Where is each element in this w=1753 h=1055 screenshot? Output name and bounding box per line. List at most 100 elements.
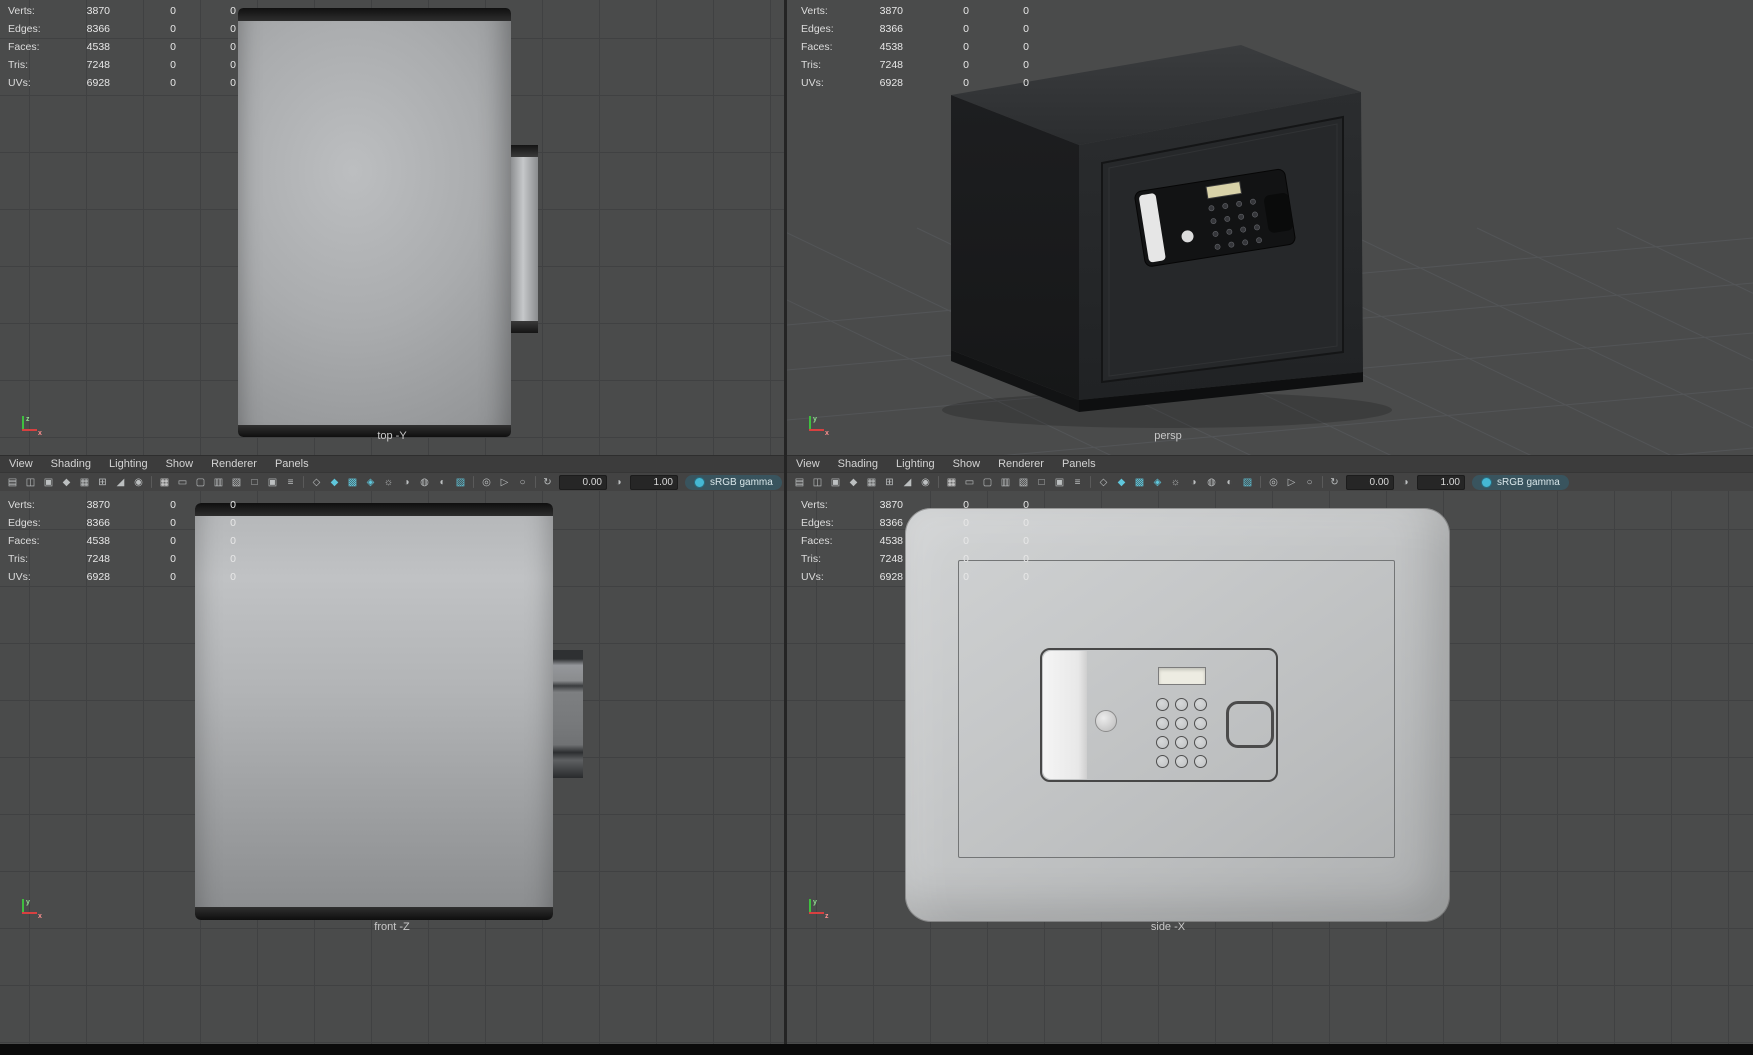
menu-renderer[interactable]: Renderer: [989, 458, 1053, 470]
hud-toggle-icon[interactable]: ≡: [282, 475, 299, 490]
menu-show[interactable]: Show: [944, 458, 990, 470]
gamma-icon[interactable]: ◑: [610, 475, 627, 490]
select-camera-icon[interactable]: ▤: [4, 475, 21, 490]
gamma-field[interactable]: 1.00: [630, 474, 678, 490]
exposure-field[interactable]: 0.00: [1346, 474, 1394, 490]
textured-icon[interactable]: ▩: [1131, 475, 1148, 490]
menu-shading[interactable]: Shading: [42, 458, 100, 470]
axis-gizmo: z x: [14, 407, 44, 437]
x-ray-joints-icon[interactable]: ○: [1301, 475, 1318, 490]
camera-attributes-icon[interactable]: ▣: [40, 475, 57, 490]
ambient-occlusion-icon[interactable]: ◍: [1203, 475, 1220, 490]
field-chart-icon[interactable]: ▧: [1015, 475, 1032, 490]
panel-menus-front: View Shading Lighting Show Renderer Panels: [0, 456, 784, 472]
safe-title-icon[interactable]: ▣: [1051, 475, 1068, 490]
toolbar-separator[interactable]: [473, 476, 474, 488]
camera-attributes-icon[interactable]: ▣: [827, 475, 844, 490]
menu-renderer[interactable]: Renderer: [202, 458, 266, 470]
menu-panels[interactable]: Panels: [1053, 458, 1105, 470]
lock-camera-icon[interactable]: ◫: [809, 475, 826, 490]
menu-panels[interactable]: Panels: [266, 458, 318, 470]
gate-mask-icon[interactable]: ▥: [997, 475, 1014, 490]
multisample-icon[interactable]: ▨: [1239, 475, 1256, 490]
menu-view[interactable]: View: [787, 458, 829, 470]
image-plane-icon[interactable]: ▦: [76, 475, 93, 490]
bookmarks-icon[interactable]: ◆: [58, 475, 75, 490]
film-gate-icon[interactable]: ▭: [174, 475, 191, 490]
viewport-front[interactable]: Verts: 3870 0 0 Edges: 8366 0 0 Faces: 4…: [0, 490, 785, 1045]
resolution-gate-icon[interactable]: ▢: [192, 475, 209, 490]
multisample-icon[interactable]: ▨: [452, 475, 469, 490]
toolbar-separator[interactable]: [1322, 476, 1323, 488]
x-ray-icon[interactable]: ▷: [1283, 475, 1300, 490]
shadows-icon[interactable]: ◑: [1185, 475, 1202, 490]
2d-pan-zoom-icon[interactable]: ⊞: [94, 475, 111, 490]
toolbar-separator[interactable]: [938, 476, 939, 488]
grease-pencil-icon[interactable]: ◢: [112, 475, 129, 490]
lights-icon[interactable]: ☼: [380, 475, 397, 490]
shaded-icon[interactable]: ◆: [326, 475, 343, 490]
gamma-icon[interactable]: ◑: [1397, 475, 1414, 490]
field-chart-icon[interactable]: ▧: [228, 475, 245, 490]
grid-toggle-icon[interactable]: ▦: [156, 475, 173, 490]
exposure-icon[interactable]: ↻: [1326, 475, 1343, 490]
motion-blur-icon[interactable]: ◐: [1221, 475, 1238, 490]
menu-lighting[interactable]: Lighting: [887, 458, 944, 470]
safe-title-icon[interactable]: ▣: [264, 475, 281, 490]
wireframe-on-shaded-icon[interactable]: ◈: [362, 475, 379, 490]
grease-pencil-icon[interactable]: ◢: [899, 475, 916, 490]
menu-show[interactable]: Show: [157, 458, 203, 470]
wireframe-on-shaded-icon[interactable]: ◈: [1149, 475, 1166, 490]
panel-toolbar-front: ▤ ◫ ▣ ◆ ▦ ⊞ ◢ ◉ ▦ ▭ ▢ ▥ ▧ □ ▣ ≡ ◇ ◆ ▩ ◈ ☼ ◑ ◍ ◐ ▨ ◎ ▷ ○ ↻ 0.00 ◑ 1.…: [0, 473, 784, 491]
wireframe-icon[interactable]: ◇: [308, 475, 325, 490]
x-ray-joints-icon[interactable]: ○: [514, 475, 531, 490]
resolution-gate-icon[interactable]: ▢: [979, 475, 996, 490]
exposure-icon[interactable]: ↻: [539, 475, 556, 490]
film-gate-icon[interactable]: ▭: [961, 475, 978, 490]
hud-stat-row: UVs: 6928 0 0: [801, 571, 1029, 583]
exposure-field[interactable]: 0.00: [559, 474, 607, 490]
hud-toggle-icon[interactable]: ≡: [1069, 475, 1086, 490]
menu-shading[interactable]: Shading: [829, 458, 887, 470]
camera-snapshot-icon[interactable]: ◉: [130, 475, 147, 490]
viewport-top[interactable]: Verts: 3870 0 0 Edges: 8366 0 0 Faces: 4…: [0, 0, 785, 456]
gamma-field[interactable]: 1.00: [1417, 474, 1465, 490]
toolbar-separator[interactable]: [1260, 476, 1261, 488]
safe-action-icon[interactable]: □: [246, 475, 263, 490]
isolate-select-icon[interactable]: ◎: [478, 475, 495, 490]
toolbar-separator[interactable]: [535, 476, 536, 488]
isolate-select-icon[interactable]: ◎: [1265, 475, 1282, 490]
keypad-button: [1156, 736, 1169, 749]
select-camera-icon[interactable]: ▤: [791, 475, 808, 490]
safe-action-icon[interactable]: □: [1033, 475, 1050, 490]
camera-snapshot-icon[interactable]: ◉: [917, 475, 934, 490]
poly-count-hud: Verts: 3870 0 0 Edges: 8366 0 0 Faces: 4…: [8, 496, 236, 586]
wireframe-icon[interactable]: ◇: [1095, 475, 1112, 490]
gate-mask-icon[interactable]: ▥: [210, 475, 227, 490]
bookmarks-icon[interactable]: ◆: [845, 475, 862, 490]
lock-camera-icon[interactable]: ◫: [22, 475, 39, 490]
viewport-persp[interactable]: Verts: 3870 0 0 Edges: 8366 0 0 Faces: 4…: [786, 0, 1753, 456]
2d-pan-zoom-icon[interactable]: ⊞: [881, 475, 898, 490]
safe-model-top-view[interactable]: [238, 8, 538, 437]
safe-model-persp[interactable]: [942, 45, 1392, 428]
ambient-occlusion-icon[interactable]: ◍: [416, 475, 433, 490]
safe-model-front-view[interactable]: [195, 503, 587, 920]
toolbar-separator[interactable]: [1090, 476, 1091, 488]
srgb-gamma-button[interactable]: sRGB gamma: [685, 474, 782, 490]
textured-icon[interactable]: ▩: [344, 475, 361, 490]
image-plane-icon[interactable]: ▦: [863, 475, 880, 490]
toolbar-separator[interactable]: [303, 476, 304, 488]
motion-blur-icon[interactable]: ◐: [434, 475, 451, 490]
shadows-icon[interactable]: ◑: [398, 475, 415, 490]
viewport-divider[interactable]: [784, 0, 787, 1044]
lights-icon[interactable]: ☼: [1167, 475, 1184, 490]
shaded-icon[interactable]: ◆: [1113, 475, 1130, 490]
viewport-side[interactable]: Verts: 3870 0 0 Edges: 8366 0 0 Faces: 4…: [786, 490, 1753, 1045]
menu-lighting[interactable]: Lighting: [100, 458, 157, 470]
toolbar-separator[interactable]: [151, 476, 152, 488]
grid-toggle-icon[interactable]: ▦: [943, 475, 960, 490]
menu-view[interactable]: View: [0, 458, 42, 470]
srgb-gamma-button[interactable]: sRGB gamma: [1472, 474, 1569, 490]
x-ray-icon[interactable]: ▷: [496, 475, 513, 490]
